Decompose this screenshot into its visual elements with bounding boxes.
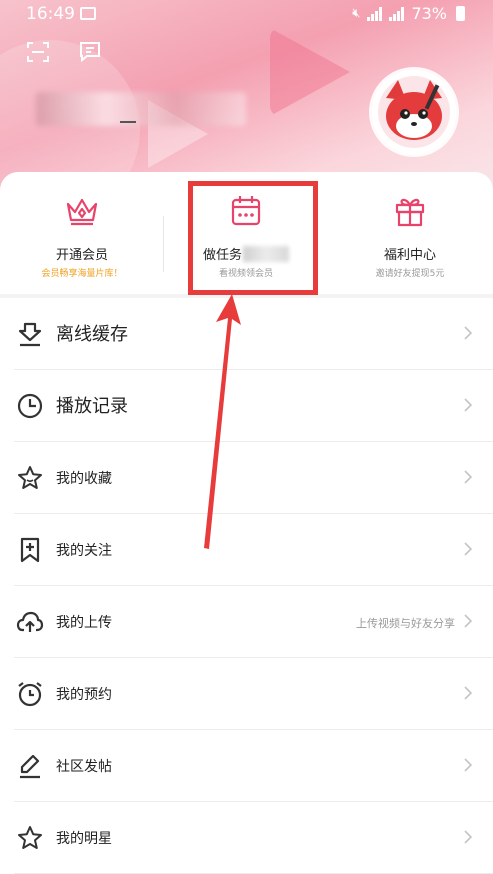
quick-action-title: 开通会员 xyxy=(55,248,108,263)
status-time: 16:49 xyxy=(26,4,75,24)
star-icon xyxy=(18,826,42,849)
status-indicators: 🔇︎ 73% xyxy=(352,4,465,23)
highlight-box xyxy=(188,181,318,295)
chevron-right-icon xyxy=(464,830,473,844)
quick-action-vip[interactable]: 开通会员 会员畅享海量片库！ xyxy=(0,192,164,279)
menu-item-community-post[interactable]: 社区发帖 xyxy=(0,730,493,802)
battery-percent: 73% xyxy=(411,4,447,23)
quick-action-subtitle: 邀请好友提现5元 xyxy=(375,269,445,279)
menu-item-label: 播放记录 xyxy=(56,396,128,417)
scan-icon[interactable] xyxy=(26,40,50,64)
menu-item-label: 离线缓存 xyxy=(56,324,128,345)
chevron-right-icon xyxy=(464,398,473,412)
menu-item-label: 社区发帖 xyxy=(56,759,112,775)
signal-icon-2 xyxy=(389,6,405,21)
chevron-right-icon xyxy=(464,542,473,556)
chevron-right-icon xyxy=(464,470,473,484)
profile-header: 16:49 🔇︎ 73% xyxy=(0,0,493,200)
menu-list: 离线缓存 播放记录 我的收藏 我的关注 我的上传 上传视频与好友分享 我的预约 … xyxy=(0,298,493,874)
quick-action-subtitle: 会员畅享海量片库！ xyxy=(41,269,123,279)
menu-item-favorites[interactable]: 我的收藏 xyxy=(0,442,493,514)
clock-icon xyxy=(17,393,43,419)
menu-item-offline-cache[interactable]: 离线缓存 xyxy=(0,298,493,370)
mute-icon: 🔇︎ xyxy=(352,6,361,21)
menu-item-label: 我的关注 xyxy=(56,543,112,559)
alarm-icon xyxy=(18,682,42,707)
username-blurred[interactable] xyxy=(36,92,246,126)
chevron-right-icon xyxy=(464,614,473,628)
menu-item-label: 我的收藏 xyxy=(56,471,112,487)
header-play-decoration xyxy=(270,28,350,116)
message-icon[interactable] xyxy=(78,40,102,64)
menu-item-upload[interactable]: 我的上传 上传视频与好友分享 xyxy=(0,586,493,658)
upload-cloud-icon xyxy=(16,611,44,632)
quick-action-welfare[interactable]: 福利中心 邀请好友提现5元 xyxy=(328,192,492,279)
fox-avatar[interactable] xyxy=(372,70,456,154)
pen-icon xyxy=(20,754,40,779)
gift-icon xyxy=(395,198,425,227)
menu-item-my-stars[interactable]: 我的明星 xyxy=(0,802,493,874)
menu-item-label: 我的预约 xyxy=(56,687,112,703)
signal-icon xyxy=(367,6,383,21)
crown-icon xyxy=(66,198,98,226)
username-underline xyxy=(120,121,136,123)
menu-item-label: 我的上传 xyxy=(56,615,112,631)
chevron-right-icon xyxy=(464,326,473,340)
bookmark-plus-icon xyxy=(20,537,40,563)
chevron-right-icon xyxy=(464,758,473,772)
menu-item-play-history[interactable]: 播放记录 xyxy=(0,370,493,442)
chevron-right-icon xyxy=(464,686,473,700)
menu-item-reservations[interactable]: 我的预约 xyxy=(0,658,493,730)
menu-item-hint: 上传视频与好友分享 xyxy=(356,617,455,630)
download-icon xyxy=(18,322,42,347)
gallery-notification-icon xyxy=(80,7,96,20)
menu-item-label: 我的明星 xyxy=(56,831,112,847)
star-icon xyxy=(18,466,42,489)
battery-icon xyxy=(456,6,465,21)
quick-action-title: 福利中心 xyxy=(383,248,436,263)
menu-item-following[interactable]: 我的关注 xyxy=(0,514,493,586)
status-bar: 16:49 🔇︎ 73% xyxy=(0,0,493,30)
